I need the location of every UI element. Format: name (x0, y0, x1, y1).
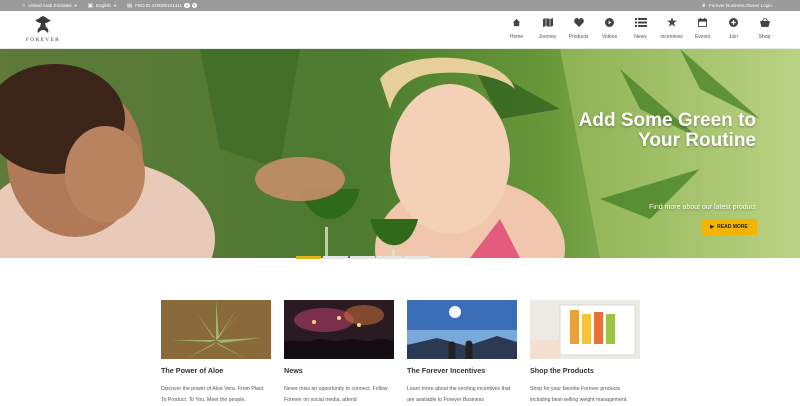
language-selector[interactable]: ▣ English ▼ (88, 3, 117, 9)
slider-dot[interactable] (350, 256, 375, 259)
nav-label: Home (509, 34, 524, 40)
hero-banner: Add Some Green to Your Routine Find more… (0, 49, 800, 258)
read-more-button[interactable]: ▶ READ MORE (701, 219, 757, 235)
forever-logo[interactable]: FOREVER (24, 14, 62, 46)
nav-label: Join (728, 34, 739, 40)
nav-label: Journey (538, 34, 557, 40)
card-title[interactable]: The Power of Aloe (161, 366, 271, 375)
nav-label: Incentives (660, 34, 683, 40)
heart-icon (573, 15, 584, 29)
feature-cards: The Power of Aloe Discover the power of … (161, 300, 653, 406)
card-description: Discover the power of Aloe Vera. From Pl… (161, 386, 265, 403)
nav-shop[interactable]: Shop (749, 15, 780, 40)
nav-label: Events (694, 34, 711, 40)
top-utility-bar: ○ United Arab Emirates ▼ ▣ English ▼ ▤ F… (0, 0, 800, 11)
logo-wordmark: FOREVER (25, 37, 61, 43)
card-forever-incentives[interactable]: The Forever Incentives Learn more about … (407, 300, 517, 406)
chat-icon: ▣ (87, 2, 93, 9)
nav-join[interactable]: Join (718, 15, 749, 40)
slider-dot[interactable] (296, 256, 321, 259)
close-icon[interactable]: × (184, 2, 190, 9)
card-news[interactable]: News Never miss an opportunity to connec… (284, 300, 394, 406)
nav-label: Videos (601, 34, 618, 40)
chevron-down-icon: ▼ (112, 3, 117, 8)
nav-label: Products (568, 34, 589, 40)
star-icon (666, 15, 677, 29)
card-power-of-aloe[interactable]: The Power of Aloe Discover the power of … (161, 300, 271, 406)
hero-subtitle: Find more about our latest product (648, 204, 756, 211)
news-icon (634, 15, 647, 29)
home-icon (512, 15, 521, 29)
nav-journey[interactable]: Journey (532, 15, 563, 40)
map-icon (542, 15, 553, 29)
products-image[interactable] (530, 300, 640, 359)
slider-dots (296, 256, 431, 259)
incentives-image[interactable] (407, 300, 517, 359)
nav-label: Shop (758, 34, 771, 40)
eagle-logo-icon (35, 16, 51, 33)
basket-icon (759, 15, 770, 29)
nav-products[interactable]: Products (563, 15, 594, 40)
id-card-icon: ▤ (126, 2, 133, 9)
main-nav: Home Journey Products Videos News Incent… (501, 15, 780, 40)
fbo-id: ▤ FBO ID 440000101411 × ? (126, 2, 198, 9)
hero-title: Add Some Green to Your Routine (578, 110, 756, 151)
owner-login-label: Forever Business Owner Login (708, 3, 772, 8)
card-title[interactable]: News (284, 366, 394, 375)
slider-dot[interactable] (323, 256, 348, 259)
card-title[interactable]: The Forever Incentives (407, 366, 517, 375)
language-label: English (95, 3, 111, 8)
nav-incentives[interactable]: Incentives (656, 15, 687, 40)
card-description: Shop for your favorite Forever products … (530, 386, 628, 403)
country-label: United Arab Emirates (28, 3, 72, 8)
card-description: Learn more about the exciting incentives… (407, 386, 511, 403)
nav-videos[interactable]: Videos (594, 15, 625, 40)
slider-dot[interactable] (377, 256, 402, 259)
play-icon (605, 15, 614, 29)
chevron-down-icon: ▼ (73, 3, 78, 8)
card-shop-products[interactable]: Shop the Products Shop for your favorite… (530, 300, 640, 406)
globe-icon: ○ (22, 2, 26, 9)
plus-icon (729, 15, 738, 29)
fbo-id-label: FBO ID 440000101411 (135, 3, 183, 8)
card-title[interactable]: Shop the Products (530, 366, 640, 375)
nav-events[interactable]: Events (687, 15, 718, 40)
help-icon[interactable]: ? (191, 2, 198, 9)
read-more-label: READ MORE (717, 224, 748, 230)
leaf-icon: ❦ (701, 2, 706, 9)
calendar-icon (698, 15, 707, 29)
news-image[interactable] (284, 300, 394, 359)
owner-login-link[interactable]: ❦ Forever Business Owner Login (702, 0, 772, 11)
country-selector[interactable]: ○ United Arab Emirates ▼ (22, 3, 78, 9)
aloe-image[interactable] (161, 300, 271, 359)
nav-label: News (634, 34, 647, 40)
hero-photo (0, 49, 800, 258)
nav-news[interactable]: News (625, 15, 656, 40)
play-triangle-icon: ▶ (710, 224, 715, 230)
nav-home[interactable]: Home (501, 15, 532, 40)
card-description: Never miss an opportunity to connect. Fo… (284, 386, 388, 403)
main-header: FOREVER Home Journey Products Videos New… (0, 11, 800, 49)
slider-dot[interactable] (404, 256, 429, 259)
